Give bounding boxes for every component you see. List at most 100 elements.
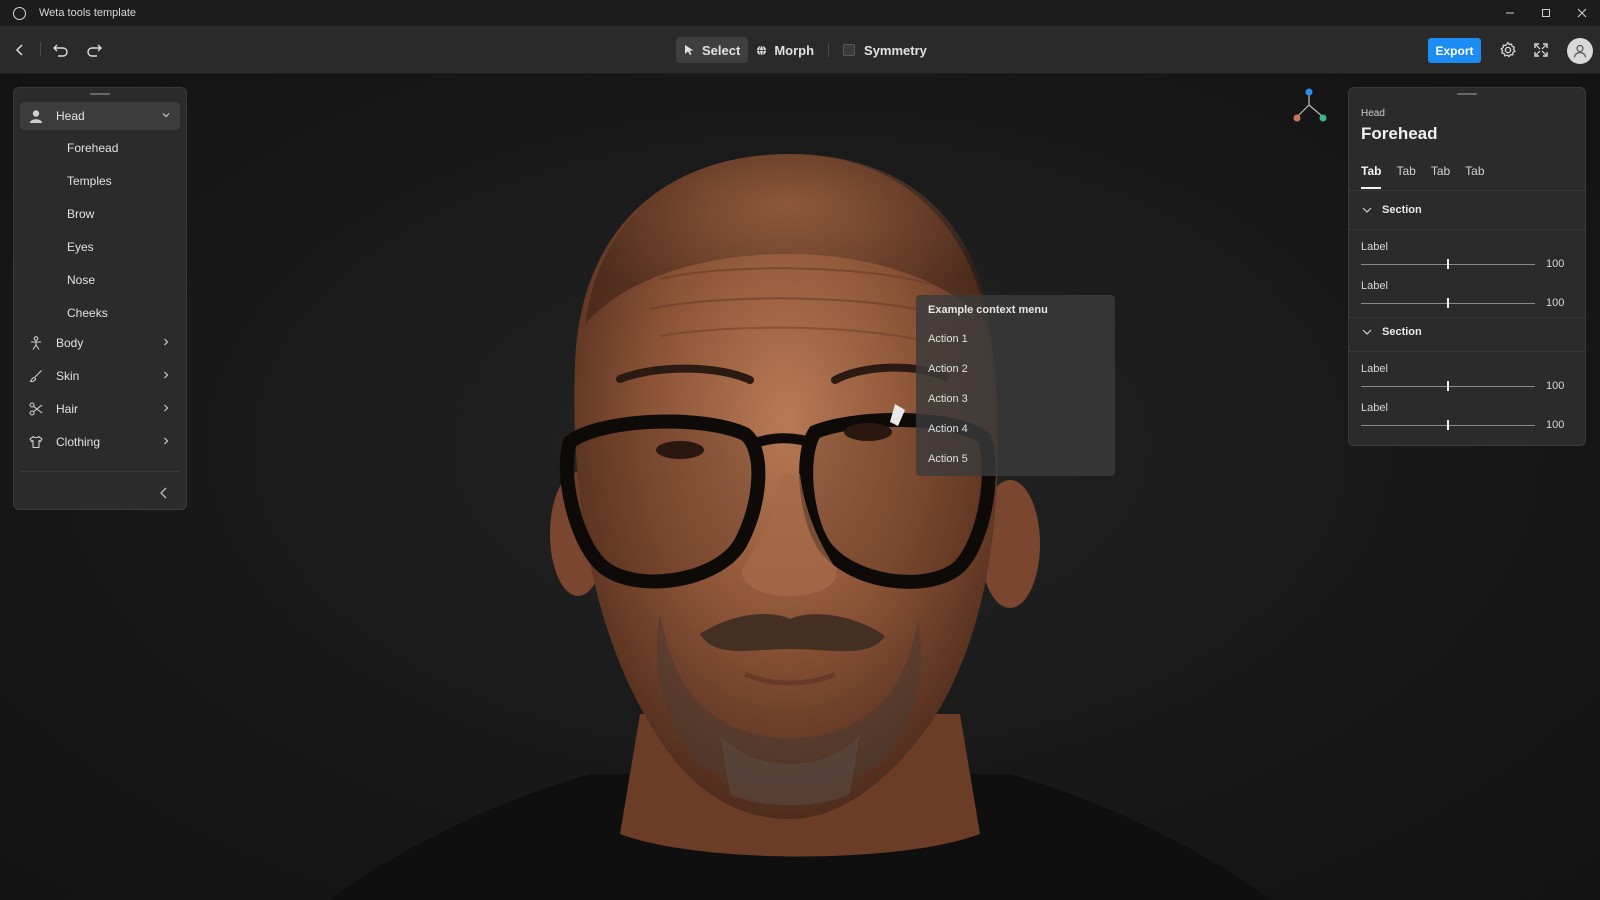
- slider[interactable]: [1361, 298, 1535, 308]
- context-menu: Example context menu Action 1 Action 2 A…: [916, 295, 1115, 476]
- gear-icon: [1500, 41, 1516, 58]
- export-button[interactable]: Export: [1428, 38, 1481, 63]
- section-header[interactable]: Section: [1361, 204, 1422, 216]
- chevron-down-icon: [1362, 329, 1372, 335]
- slider-value: 100: [1546, 380, 1565, 392]
- slider-label: Label: [1361, 363, 1388, 375]
- tree-item-hair[interactable]: Hair: [20, 395, 180, 423]
- select-mode-button[interactable]: Select: [676, 37, 749, 63]
- tree-item-nose[interactable]: Nose: [67, 270, 95, 290]
- mode-divider: [828, 43, 830, 57]
- axis-y-handle[interactable]: [1305, 88, 1313, 96]
- back-button[interactable]: [9, 39, 31, 61]
- axis-z-handle[interactable]: [1319, 114, 1327, 122]
- tree-item-clothing[interactable]: Clothing: [20, 428, 180, 456]
- expand-icon: [1534, 43, 1548, 57]
- tree-item-body-label: Body: [56, 336, 84, 350]
- panel-title: Forehead: [1361, 124, 1438, 143]
- slider-value: 100: [1546, 258, 1565, 270]
- tree-item-body[interactable]: Body: [20, 329, 180, 357]
- redo-button[interactable]: [83, 39, 105, 61]
- chevron-down-icon: [1362, 207, 1372, 213]
- section-label: Section: [1382, 326, 1422, 338]
- tab-1[interactable]: Tab: [1361, 164, 1382, 189]
- context-menu-item[interactable]: Action 4: [928, 423, 968, 435]
- slider-thumb[interactable]: [1447, 381, 1449, 391]
- panel-drag-handle[interactable]: [90, 93, 110, 95]
- collapse-panel-button[interactable]: [156, 485, 172, 501]
- settings-button[interactable]: [1497, 39, 1519, 61]
- fullscreen-button[interactable]: [1530, 39, 1552, 61]
- body-parts-panel: Head Forehead Temples Brow Eyes Nose Che…: [13, 87, 187, 510]
- tree-item-temples[interactable]: Temples: [67, 171, 112, 191]
- axis-gizmo[interactable]: [1289, 87, 1329, 127]
- context-menu-item[interactable]: Action 5: [928, 453, 968, 465]
- context-menu-item[interactable]: Action 3: [928, 393, 968, 405]
- person-icon: [28, 108, 44, 124]
- tabs-divider: [1349, 190, 1585, 191]
- tree-item-forehead[interactable]: Forehead: [67, 138, 118, 158]
- tree-item-head[interactable]: Head: [20, 102, 180, 130]
- undo-icon: [53, 44, 68, 57]
- user-avatar[interactable]: [1567, 38, 1593, 64]
- breadcrumb: Head: [1361, 108, 1385, 119]
- window-title: Weta tools template: [39, 7, 137, 19]
- slider[interactable]: [1361, 259, 1535, 269]
- user-icon: [1573, 44, 1587, 58]
- app-logo-icon: [13, 6, 26, 20]
- tab-3[interactable]: Tab: [1431, 164, 1450, 186]
- tab-4[interactable]: Tab: [1465, 164, 1484, 186]
- title-bar: Weta tools template: [0, 0, 1600, 26]
- globe-icon: [757, 45, 767, 55]
- cursor-arrow-icon: [685, 45, 694, 55]
- slider-label: Label: [1361, 402, 1388, 414]
- mode-group: Select Morph Symmetry: [676, 37, 935, 63]
- close-icon: [1577, 8, 1587, 18]
- morph-mode-label: Morph: [774, 42, 815, 58]
- maximize-button[interactable]: [1528, 0, 1564, 26]
- minimize-icon: [1506, 12, 1514, 14]
- minimize-button[interactable]: [1492, 0, 1528, 26]
- slider-label: Label: [1361, 280, 1388, 292]
- slider[interactable]: [1361, 420, 1535, 430]
- section-divider: [1349, 229, 1585, 230]
- shirt-icon: [28, 434, 44, 450]
- select-mode-label: Select: [702, 42, 741, 58]
- chevron-right-icon: [160, 369, 172, 384]
- morph-mode-button[interactable]: Morph: [748, 37, 822, 63]
- undo-button[interactable]: [50, 39, 72, 61]
- slider-thumb[interactable]: [1447, 298, 1449, 308]
- tree-item-cheeks[interactable]: Cheeks: [67, 303, 108, 323]
- tab-bar: Tab Tab Tab Tab: [1361, 164, 1500, 189]
- tab-2[interactable]: Tab: [1396, 164, 1415, 186]
- properties-panel: Head Forehead Tab Tab Tab Tab Section La…: [1348, 87, 1586, 446]
- slider-value: 100: [1546, 297, 1565, 309]
- close-button[interactable]: [1564, 0, 1600, 26]
- body-icon: [28, 335, 44, 351]
- section-header[interactable]: Section: [1361, 326, 1422, 338]
- tree-item-eyes[interactable]: Eyes: [67, 237, 94, 257]
- panel-drag-handle[interactable]: [1457, 93, 1477, 95]
- slider[interactable]: [1361, 381, 1535, 391]
- panel-divider: [20, 471, 180, 472]
- symmetry-checkbox[interactable]: [843, 44, 856, 56]
- toolbar: Select Morph Symmetry Export: [0, 26, 1600, 74]
- tree-item-skin[interactable]: Skin: [20, 362, 180, 390]
- slider-thumb[interactable]: [1447, 420, 1449, 430]
- symmetry-toggle[interactable]: Symmetry: [835, 37, 935, 63]
- section-divider: [1349, 317, 1585, 318]
- slider-label: Label: [1361, 241, 1388, 253]
- symmetry-label: Symmetry: [864, 42, 927, 58]
- chevron-right-icon: [160, 336, 172, 351]
- slider-value: 100: [1546, 419, 1565, 431]
- context-menu-item[interactable]: Action 1: [928, 333, 968, 345]
- brush-icon: [28, 368, 44, 384]
- context-menu-item[interactable]: Action 2: [928, 363, 968, 375]
- chevron-left-icon: [15, 44, 23, 56]
- chevron-down-icon: [160, 109, 172, 124]
- maximize-icon: [1542, 9, 1550, 17]
- slider-thumb[interactable]: [1447, 259, 1449, 269]
- tree-item-clothing-label: Clothing: [56, 435, 101, 449]
- axis-x-handle[interactable]: [1293, 114, 1301, 122]
- tree-item-brow[interactable]: Brow: [67, 204, 94, 224]
